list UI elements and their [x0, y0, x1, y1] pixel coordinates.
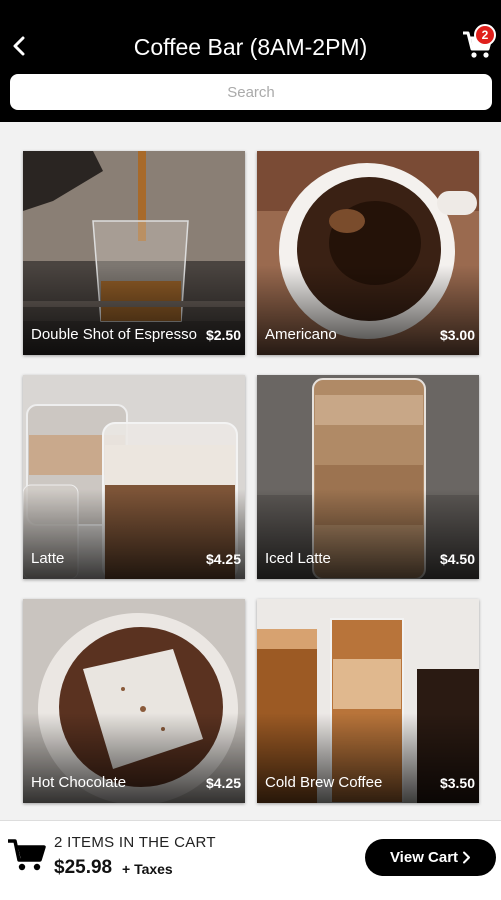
product-card[interactable]: Hot Chocolate $4.25 [23, 599, 245, 803]
product-card[interactable]: Iced Latte $4.50 [257, 375, 479, 579]
product-card[interactable]: Americano $3.00 [257, 151, 479, 355]
product-name: Latte [31, 550, 65, 567]
product-name: Double Shot of Espresso [31, 326, 197, 343]
cart-count-badge: 2 [474, 24, 496, 46]
cart-total: $25.98 [54, 857, 113, 878]
page-title: Coffee Bar (8AM-2PM) [133, 34, 368, 60]
cart-icon [8, 839, 46, 871]
taxes-label: + Taxes [122, 861, 173, 877]
product-card[interactable]: Double Shot of Espresso $2.50 [23, 151, 245, 355]
chevron-left-icon [13, 36, 25, 56]
product-price: $4.50 [439, 551, 475, 567]
header-bar: Coffee Bar (8AM-2PM) 2 [0, 0, 501, 122]
product-price: $3.00 [439, 327, 475, 343]
product-name: Hot Chocolate [31, 774, 127, 791]
product-name: Cold Brew Coffee [265, 774, 383, 791]
product-name: Iced Latte [265, 550, 331, 567]
product-price: $4.25 [205, 551, 241, 567]
product-price: $4.25 [205, 775, 241, 791]
product-name: Americano [265, 326, 337, 343]
product-card[interactable]: Latte $4.25 [23, 375, 245, 579]
cart-footer: 2 ITEMS IN THE CART $25.98 + Taxes View … [0, 820, 501, 900]
product-price: $3.50 [439, 775, 475, 791]
product-price: $2.50 [205, 327, 241, 343]
search-input[interactable] [10, 74, 492, 110]
view-cart-label: View Cart [389, 849, 459, 866]
back-button[interactable] [6, 30, 32, 62]
chevron-right-icon [463, 851, 471, 864]
view-cart-button[interactable]: View Cart [365, 839, 496, 876]
app-screen: Coffee Bar (8AM-2PM) 2 Search Double Sho… [0, 0, 501, 900]
cart-items-count: 2 ITEMS IN THE CART [54, 834, 216, 851]
product-card[interactable]: Cold Brew Coffee $3.50 [257, 599, 479, 803]
